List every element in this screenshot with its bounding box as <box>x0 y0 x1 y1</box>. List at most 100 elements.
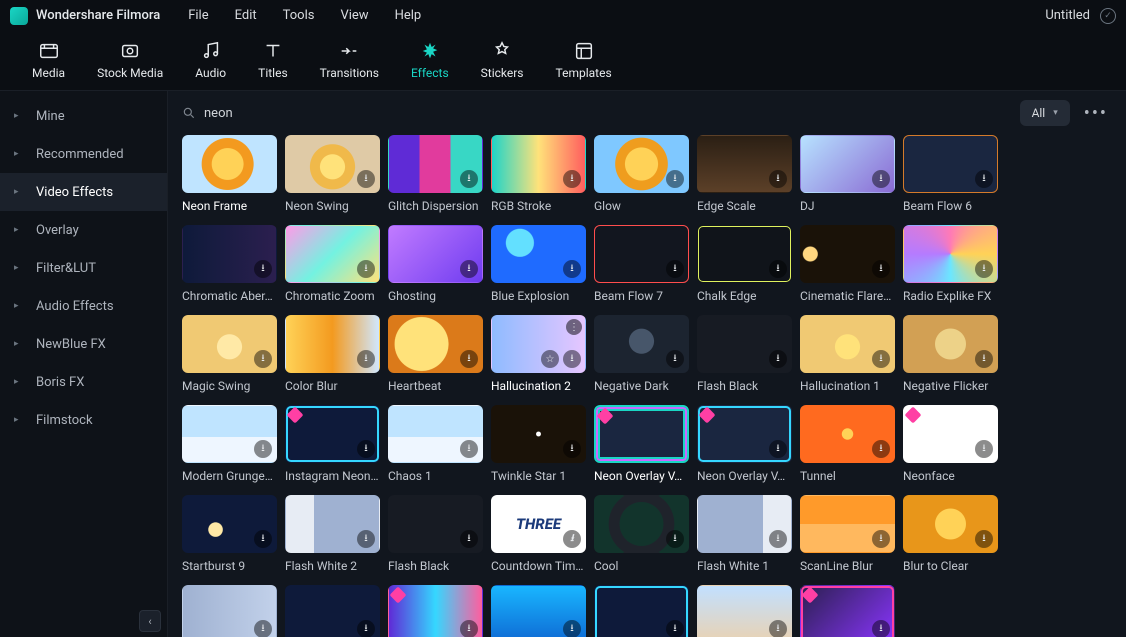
download-icon[interactable] <box>357 440 375 458</box>
effect-thumbnail[interactable] <box>182 405 277 463</box>
effect-card[interactable]: Neon Frame <box>182 135 277 221</box>
effect-card[interactable] <box>800 585 895 637</box>
download-icon[interactable] <box>975 260 993 278</box>
download-icon[interactable] <box>460 170 478 188</box>
effect-card[interactable] <box>491 585 586 637</box>
effect-card[interactable] <box>388 585 483 637</box>
effect-thumbnail[interactable] <box>491 315 586 373</box>
effect-card[interactable]: Blur to Clear <box>903 495 998 581</box>
effect-card[interactable]: Hallucination 2 <box>491 315 586 401</box>
effect-thumbnail[interactable] <box>800 225 895 283</box>
effect-thumbnail[interactable] <box>388 585 483 637</box>
effect-thumbnail[interactable] <box>491 135 586 193</box>
download-icon[interactable] <box>563 350 581 368</box>
download-icon[interactable] <box>357 170 375 188</box>
tab-transitions[interactable]: Transitions <box>316 38 383 82</box>
menu-file[interactable]: File <box>188 8 208 23</box>
download-icon[interactable] <box>872 170 890 188</box>
effect-card[interactable]: Magic Swing <box>182 315 277 401</box>
tab-titles[interactable]: Titles <box>254 38 291 82</box>
effect-card[interactable]: Beam Flow 6 <box>903 135 998 221</box>
download-icon[interactable] <box>254 260 272 278</box>
effect-card[interactable]: Negative Flicker <box>903 315 998 401</box>
effect-card[interactable]: Negative Dark <box>594 315 689 401</box>
effect-thumbnail[interactable] <box>388 225 483 283</box>
download-icon[interactable] <box>666 170 684 188</box>
download-icon[interactable] <box>975 440 993 458</box>
download-icon[interactable] <box>357 620 375 637</box>
download-icon[interactable] <box>666 260 684 278</box>
effect-thumbnail[interactable] <box>388 315 483 373</box>
tab-effects[interactable]: Effects <box>407 38 453 82</box>
effect-card[interactable]: Instagram Neon… <box>285 405 380 491</box>
effect-card[interactable]: Glitch Dispersion <box>388 135 483 221</box>
effect-thumbnail[interactable] <box>594 405 689 463</box>
menu-tools[interactable]: Tools <box>283 8 315 23</box>
effect-thumbnail[interactable] <box>697 495 792 553</box>
download-icon[interactable] <box>563 260 581 278</box>
favorite-icon[interactable] <box>541 350 559 368</box>
effect-thumbnail[interactable] <box>285 315 380 373</box>
effect-thumbnail[interactable] <box>491 405 586 463</box>
download-icon[interactable] <box>872 350 890 368</box>
download-icon[interactable] <box>460 620 478 637</box>
filter-dropdown[interactable]: All ▾ <box>1020 100 1070 126</box>
sidebar-item-filter-lut[interactable]: ▸Filter&LUT <box>0 249 167 287</box>
download-icon[interactable] <box>872 620 890 637</box>
effect-card[interactable] <box>697 585 792 637</box>
download-icon[interactable] <box>666 620 684 637</box>
effect-thumbnail[interactable] <box>594 135 689 193</box>
effect-thumbnail[interactable]: THREE <box>491 495 586 553</box>
sidebar-item-newblue-fx[interactable]: ▸NewBlue FX <box>0 325 167 363</box>
effect-thumbnail[interactable] <box>903 225 998 283</box>
effect-card[interactable]: Twinkle Star 1 <box>491 405 586 491</box>
effect-thumbnail[interactable] <box>697 585 792 637</box>
effect-card[interactable] <box>182 585 277 637</box>
effect-card[interactable]: Neon Overlay V… <box>594 405 689 491</box>
effect-thumbnail[interactable] <box>697 135 792 193</box>
effect-card[interactable]: Cool <box>594 495 689 581</box>
download-icon[interactable] <box>872 530 890 548</box>
effect-card[interactable]: THREECountdown Tim… <box>491 495 586 581</box>
download-icon[interactable] <box>563 440 581 458</box>
effect-thumbnail[interactable] <box>182 315 277 373</box>
effect-thumbnail[interactable] <box>800 315 895 373</box>
effect-card[interactable]: Tunnel <box>800 405 895 491</box>
effect-card[interactable]: Blue Explosion <box>491 225 586 311</box>
effect-card[interactable]: Ghosting <box>388 225 483 311</box>
download-icon[interactable] <box>563 530 581 548</box>
tab-stickers[interactable]: Stickers <box>477 38 528 82</box>
download-icon[interactable] <box>769 350 787 368</box>
download-icon[interactable] <box>460 530 478 548</box>
tab-templates[interactable]: Templates <box>552 38 616 82</box>
download-icon[interactable] <box>460 350 478 368</box>
effect-card[interactable]: Flash White 1 <box>697 495 792 581</box>
download-icon[interactable] <box>254 350 272 368</box>
effect-thumbnail[interactable] <box>594 495 689 553</box>
tab-audio[interactable]: Audio <box>191 38 230 82</box>
effect-card[interactable]: Chromatic Aber… <box>182 225 277 311</box>
effect-card[interactable]: Flash White 2 <box>285 495 380 581</box>
download-icon[interactable] <box>769 260 787 278</box>
sidebar-item-recommended[interactable]: ▸Recommended <box>0 135 167 173</box>
download-icon[interactable] <box>872 260 890 278</box>
effect-thumbnail[interactable] <box>182 495 277 553</box>
effect-thumbnail[interactable] <box>182 225 277 283</box>
effect-card[interactable]: Flash Black <box>388 495 483 581</box>
menu-edit[interactable]: Edit <box>235 8 257 23</box>
sidebar-item-video-effects[interactable]: ▸Video Effects <box>0 173 167 211</box>
effect-thumbnail[interactable] <box>800 135 895 193</box>
search-input[interactable] <box>204 106 1010 121</box>
effect-thumbnail[interactable] <box>285 405 380 463</box>
download-icon[interactable] <box>769 170 787 188</box>
effect-card[interactable]: Radio Explike FX <box>903 225 998 311</box>
effect-card[interactable]: Chaos 1 <box>388 405 483 491</box>
download-icon[interactable] <box>357 350 375 368</box>
effect-card[interactable]: Heartbeat <box>388 315 483 401</box>
download-icon[interactable] <box>460 440 478 458</box>
download-icon[interactable] <box>666 350 684 368</box>
sidebar-item-boris-fx[interactable]: ▸Boris FX <box>0 363 167 401</box>
effect-thumbnail[interactable] <box>594 225 689 283</box>
more-menu-button[interactable]: ••• <box>1080 103 1112 124</box>
download-icon[interactable] <box>357 530 375 548</box>
